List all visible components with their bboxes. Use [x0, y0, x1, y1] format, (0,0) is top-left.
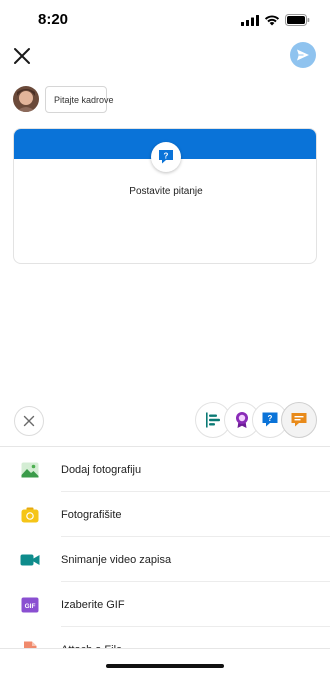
choose-gif-item[interactable]: GIF Izaberite GIF	[0, 582, 330, 627]
question-prompt[interactable]: Postavite pitanje	[14, 186, 316, 197]
wifi-icon	[264, 14, 280, 25]
attachment-menu: Dodaj fotografiju Fotografišite Snimanje…	[0, 447, 330, 672]
post-type-row: ?	[0, 402, 330, 440]
svg-text:?: ?	[268, 414, 273, 423]
praise-icon	[236, 412, 248, 428]
video-icon	[20, 550, 40, 570]
battery-icon	[285, 14, 310, 26]
svg-text:?: ?	[164, 151, 169, 160]
discussion-icon	[291, 413, 307, 427]
send-button[interactable]	[290, 42, 316, 68]
camera-icon	[20, 505, 40, 525]
close-button[interactable]	[10, 44, 34, 68]
status-bar: 8:20	[0, 0, 330, 44]
photo-icon	[20, 460, 40, 480]
audience-label: Pitajte kadrove	[54, 94, 114, 105]
question-icon: ?	[159, 150, 173, 164]
question-badge: ?	[151, 142, 181, 172]
poll-icon	[206, 412, 220, 428]
question-card[interactable]: ? Postavite pitanje	[13, 128, 317, 264]
status-time: 8:20	[38, 11, 69, 28]
record-video-item[interactable]: Snimanje video zapisa	[0, 537, 330, 582]
question-icon: ?	[262, 412, 278, 427]
avatar	[13, 86, 39, 112]
record-video-label: Snimanje video zapisa	[61, 553, 172, 566]
status-icons	[241, 14, 310, 26]
take-photo-item[interactable]: Fotografišite	[0, 492, 330, 537]
dismiss-button[interactable]	[14, 406, 44, 436]
bottom-divider	[0, 648, 330, 649]
svg-text:GIF: GIF	[25, 603, 36, 610]
gif-icon: GIF	[20, 595, 40, 615]
choose-gif-label: Izaberite GIF	[61, 598, 125, 611]
avatar-image	[13, 86, 39, 112]
close-icon	[14, 48, 30, 64]
close-icon	[23, 415, 35, 427]
send-icon	[297, 49, 309, 61]
add-photo-label: Dodaj fotografiju	[61, 463, 142, 476]
discussion-type-button[interactable]	[281, 402, 317, 438]
audience-selector[interactable]: Pitajte kadrove	[45, 86, 114, 113]
home-indicator[interactable]	[106, 664, 224, 668]
add-photo-item[interactable]: Dodaj fotografiju	[0, 447, 330, 492]
take-photo-label: Fotografišite	[61, 508, 122, 521]
signal-icon	[241, 14, 259, 26]
bottom-bar	[0, 648, 330, 677]
